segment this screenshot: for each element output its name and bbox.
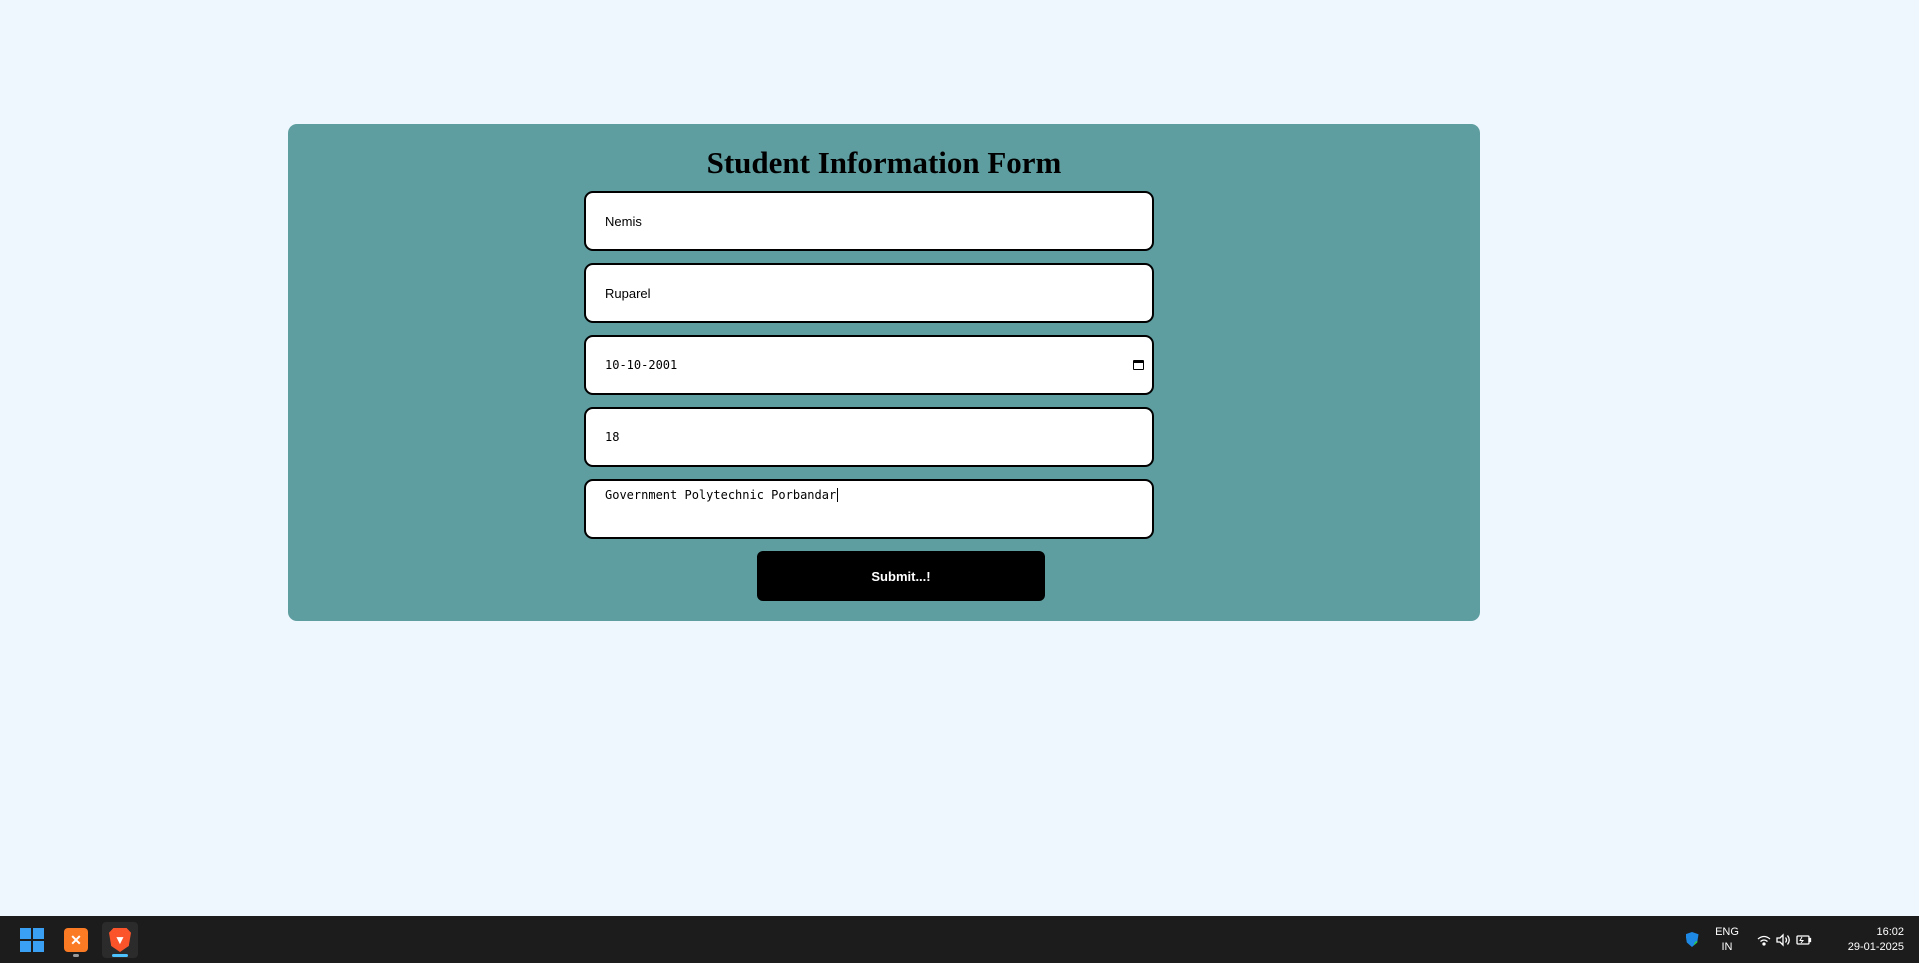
app-running-indicator <box>73 954 79 957</box>
wifi-icon <box>1757 935 1771 946</box>
windows-logo-icon <box>20 928 44 952</box>
clock[interactable]: 16:02 29-01-2025 <box>1830 916 1904 963</box>
battery-icon <box>1796 934 1812 945</box>
submit-button[interactable]: Submit...! <box>757 551 1045 601</box>
lang-line2: IN <box>1721 940 1733 953</box>
college-textarea[interactable]: Government Polytechnic Porbandar <box>584 479 1154 539</box>
first-name-value: Nemis <box>605 213 642 229</box>
text-caret <box>837 488 839 502</box>
first-name-input[interactable]: Nemis <box>584 191 1154 251</box>
age-value: 18 <box>605 430 620 444</box>
last-name-input[interactable]: Ruparel <box>584 263 1154 323</box>
age-input[interactable]: 18 <box>584 407 1154 467</box>
security-tray-button[interactable] <box>1680 916 1704 963</box>
student-form: Student Information Form Nemis Ruparel 1… <box>288 124 1480 621</box>
language-indicator[interactable]: ENG IN <box>1709 916 1745 963</box>
xampp-icon: ✕ <box>64 928 88 952</box>
college-value: Government Polytechnic Porbandar <box>605 488 837 502</box>
taskbar: ✕ ▼ ENG IN 16:02 29-01-2025 <box>0 916 1919 963</box>
calendar-icon[interactable] <box>1133 360 1144 370</box>
taskbar-app-xampp[interactable]: ✕ <box>58 922 94 958</box>
security-shield-icon <box>1685 932 1699 947</box>
last-name-value: Ruparel <box>605 285 651 301</box>
clock-time: 16:02 <box>1876 925 1904 938</box>
form-title: Student Information Form <box>706 145 1062 180</box>
dob-input[interactable]: 10-10-2001 <box>584 335 1154 395</box>
dob-value: 10-10-2001 <box>605 358 678 372</box>
start-button[interactable] <box>14 922 50 958</box>
system-status-button[interactable] <box>1754 916 1816 963</box>
page: Student Information Form Nemis Ruparel 1… <box>0 0 1919 963</box>
brave-icon: ▼ <box>109 928 131 952</box>
lang-line1: ENG <box>1715 925 1739 938</box>
app-active-indicator <box>112 954 128 957</box>
system-tray-icons <box>1757 932 1812 947</box>
clock-date: 29-01-2025 <box>1847 940 1904 953</box>
taskbar-app-brave[interactable]: ▼ <box>102 922 138 958</box>
volume-icon <box>1776 932 1790 947</box>
